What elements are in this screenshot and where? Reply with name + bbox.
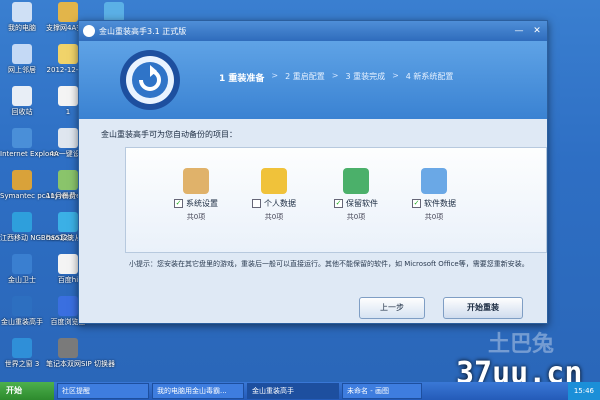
desktop-shortcut-icon — [104, 2, 124, 22]
desktop-shortcut-icon — [58, 2, 78, 22]
desktop-icon-label: 我的电脑 — [8, 24, 36, 32]
desktop-shortcut-icon — [12, 338, 32, 358]
desktop-icon[interactable]: Internet Explorer — [0, 128, 60, 158]
tip-text: 小提示：您安装在其它盘里的游戏，重装后一般可以直接运行。其他不能保留的软件，如 … — [129, 260, 529, 268]
desktop-icon-label: 江西移动 NGBOSS系统 — [0, 234, 74, 242]
backup-item-icon — [183, 168, 209, 194]
prev-button[interactable]: 上一步 — [359, 297, 425, 319]
desktop-icon-label: 笔记本双网SIP 切换器 — [46, 360, 115, 368]
start-reinstall-button[interactable]: 开始重装 — [443, 297, 523, 319]
desktop-icon-label: 回收站 — [11, 108, 33, 116]
backup-checkbox[interactable]: 个人数据 — [244, 198, 304, 209]
minimize-button[interactable]: — — [511, 24, 527, 38]
backup-item-icon — [261, 168, 287, 194]
desktop-icon-label: 金山重装高手 — [1, 318, 43, 326]
step-2: 2 重启配置 — [285, 72, 325, 81]
step-4: 4 新系统配置 — [405, 72, 454, 81]
desktop-icon[interactable]: 世界之窗 3 — [0, 338, 44, 368]
backup-items-panel: ✓ 系统设置 共0项 个人数据 共0项 ✓ 保留软件 共0项 ✓ 软件数据 共0项 — [125, 147, 547, 253]
backup-item: 个人数据共0项 — [244, 168, 304, 222]
backup-item-count: 共0项 — [264, 213, 284, 221]
desktop-icon[interactable]: 回收站 — [0, 86, 44, 116]
backup-item: ✓ 软件数据共0项 — [404, 168, 464, 222]
app-icon — [83, 25, 95, 37]
desktop-shortcut-icon — [58, 44, 78, 64]
backup-prompt: 金山重装高手可为您自动备份的项目： — [101, 130, 237, 139]
refresh-logo-icon — [120, 50, 180, 110]
desktop-shortcut-icon — [12, 44, 32, 64]
desktop-icon-label: Symantec pcAnywhere — [0, 192, 81, 200]
desktop-icon-label: Internet Explorer — [0, 150, 60, 158]
desktop-shortcut-icon — [58, 128, 78, 148]
desktop-shortcut-icon — [12, 254, 32, 274]
desktop-icon[interactable]: 我的电脑 — [0, 2, 44, 32]
backup-item-label: 保留软件 — [346, 199, 378, 208]
backup-checkbox[interactable]: ✓ 系统设置 — [166, 198, 226, 209]
desktop-icon[interactable]: 金山卫士 — [0, 254, 44, 284]
desktop-icon-label: 网上邻居 — [8, 66, 36, 74]
desktop-shortcut-icon — [12, 2, 32, 22]
desktop-shortcut-icon — [12, 296, 32, 316]
desktop-icon[interactable]: 网上邻居 — [0, 44, 44, 74]
desktop-shortcut-icon — [12, 128, 32, 148]
desktop-shortcut-icon — [58, 212, 78, 232]
backup-item-icon — [343, 168, 369, 194]
checkbox-box[interactable]: ✓ — [334, 199, 343, 208]
faint-watermark: 土巴兔 — [488, 332, 555, 357]
desktop-icon[interactable]: Symantec pcAnywhere — [0, 170, 81, 200]
desktop-shortcut-icon — [12, 212, 32, 232]
backup-item-count: 共0项 — [346, 213, 366, 221]
backup-item: ✓ 保留软件共0项 — [326, 168, 386, 222]
desktop-shortcut-icon — [12, 170, 32, 190]
installer-window: 金山重装高手3.1 正式版 — ✕ 1 重装准备 >2 重启配置 >3 重装完成 >4… — [78, 20, 548, 324]
desktop-icon[interactable]: 江西移动 NGBOSS系统 — [0, 212, 74, 242]
header-banner: 1 重装准备 >2 重启配置 >3 重装完成 >4 新系统配置 — [79, 41, 547, 119]
desktop-shortcut-icon — [12, 86, 32, 106]
desktop-shortcut-icon — [58, 254, 78, 274]
backup-item-label: 软件数据 — [424, 199, 456, 208]
system-clock: 15:46 — [567, 382, 600, 400]
desktop-shortcut-icon — [58, 338, 78, 358]
window-titlebar[interactable]: 金山重装高手3.1 正式版 — ✕ — [79, 21, 547, 41]
checkbox-box[interactable] — [252, 199, 261, 208]
taskbar-task[interactable]: 社区提醒 — [57, 383, 149, 399]
desktop-shortcut-icon — [58, 170, 78, 190]
backup-checkbox[interactable]: ✓ 保留软件 — [326, 198, 386, 209]
start-button[interactable]: 开始 — [0, 382, 54, 400]
close-button[interactable]: ✕ — [529, 24, 545, 38]
taskbar-task[interactable]: 我的电脑用金山毒霸... — [152, 383, 244, 399]
step-progress: 1 重装准备 >2 重启配置 >3 重装完成 >4 新系统配置 — [219, 71, 453, 84]
step-arrow-icon: > — [331, 71, 339, 80]
desktop-icon-label: 世界之窗 3 — [4, 360, 40, 368]
checkbox-box[interactable]: ✓ — [412, 199, 421, 208]
backup-checkbox[interactable]: ✓ 软件数据 — [404, 198, 464, 209]
step-1: 1 重装准备 — [219, 74, 265, 84]
step-arrow-icon: > — [271, 71, 279, 80]
taskbar-task[interactable]: 金山重装高手 — [247, 383, 339, 399]
desktop-icon[interactable]: 金山重装高手 — [0, 296, 44, 326]
desktop-icon-label: 金山卫士 — [8, 276, 36, 284]
backup-item-count: 共0项 — [424, 213, 444, 221]
taskbar-task[interactable]: 未命名 - 画图 — [342, 383, 422, 399]
backup-item-count: 共0项 — [186, 213, 206, 221]
step-arrow-icon: > — [392, 71, 399, 80]
window-title: 金山重装高手3.1 正式版 — [99, 26, 187, 36]
backup-item: ✓ 系统设置共0项 — [166, 168, 226, 222]
backup-item-label: 个人数据 — [264, 199, 296, 208]
desktop-shortcut-icon — [58, 86, 78, 106]
backup-item-icon — [421, 168, 447, 194]
backup-item-label: 系统设置 — [186, 199, 218, 208]
desktop-icon[interactable]: 笔记本双网SIP 切换器 — [46, 338, 115, 368]
step-3: 3 重装完成 — [345, 72, 386, 81]
checkbox-box[interactable]: ✓ — [174, 199, 183, 208]
taskbar: 开始 社区提醒 我的电脑用金山毒霸... 金山重装高手 未命名 - 画图 15:46 — [0, 382, 600, 400]
desktop-shortcut-icon — [58, 296, 78, 316]
